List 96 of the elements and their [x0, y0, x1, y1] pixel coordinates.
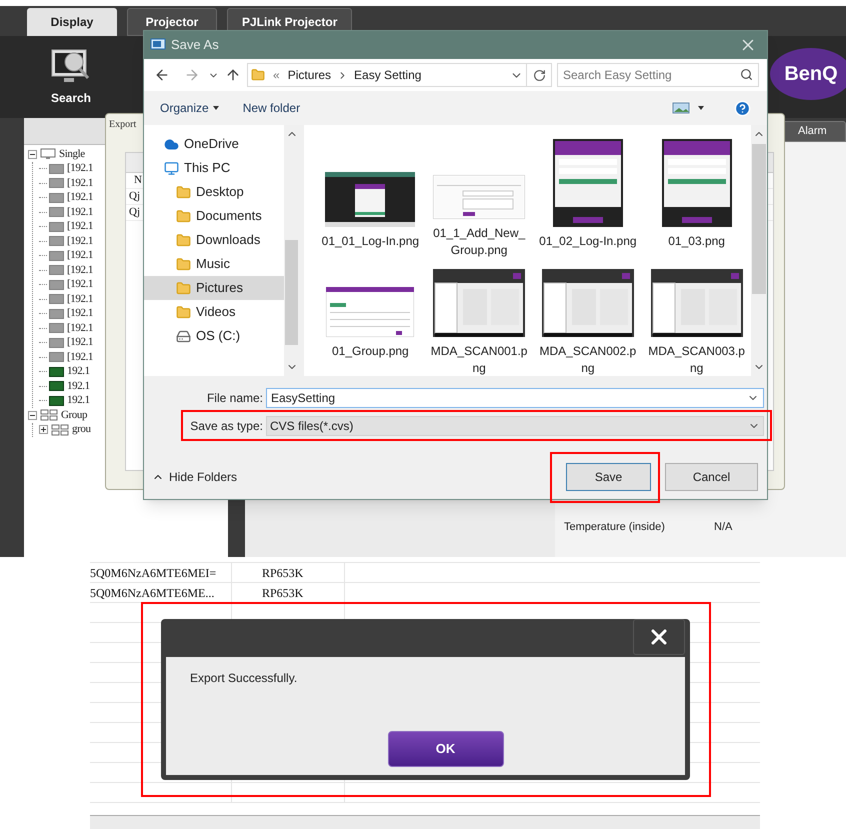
tree-item-label[interactable]: [192.1 — [67, 249, 94, 262]
folder-icon — [176, 256, 191, 272]
collapse-icon[interactable] — [28, 410, 37, 420]
nav-item[interactable]: Desktop — [144, 180, 284, 204]
file-name[interactable]: 01_01_Log-In.png — [320, 233, 420, 250]
address-bar[interactable]: « Pictures Easy Setting — [247, 63, 527, 87]
window-title: Save As — [171, 36, 219, 54]
caret-icon[interactable] — [212, 106, 219, 110]
ok-button[interactable]: OK — [388, 731, 504, 767]
field-label: Save as type: — [189, 418, 264, 435]
search-field[interactable]: Search Easy Setting — [557, 63, 759, 87]
folder-icon — [176, 280, 191, 296]
folder-icon — [176, 208, 191, 224]
help-icon[interactable] — [734, 100, 751, 116]
file-name[interactable]: 01_02_Log-In.png — [538, 233, 638, 250]
table-cell: 5Q0M6NzA6MTE6MEI= — [90, 563, 232, 582]
table-cell-text: Qj — [129, 205, 140, 220]
status-label: Temperature (inside) — [564, 520, 666, 534]
refresh-icon[interactable] — [532, 68, 546, 82]
group-icon — [40, 409, 58, 422]
nav-item[interactable]: Music — [144, 252, 284, 276]
nav-item[interactable]: This PC — [144, 156, 284, 180]
tree-item-label[interactable]: [192.1 — [67, 191, 94, 204]
computer-icon — [164, 160, 179, 176]
tree-item-label[interactable]: [192.1 — [67, 322, 94, 335]
save-button[interactable]: Save — [566, 463, 651, 491]
tree-item-label[interactable]: 192.1 — [67, 394, 90, 408]
table-cell-text: N — [134, 173, 142, 188]
search-icon[interactable] — [740, 68, 753, 81]
path-segment[interactable]: Pictures — [288, 66, 332, 84]
tree-item-label[interactable]: 192.1 — [67, 380, 90, 393]
field-label: File name: — [206, 390, 264, 407]
nav-item[interactable]: OS (C:) — [144, 324, 284, 348]
cloud-icon — [164, 136, 179, 152]
tree-item-label[interactable]: [192.1 — [67, 206, 94, 219]
search-label: Search — [50, 90, 92, 107]
file-name[interactable]: 01_1_Add_New_Group.png — [429, 225, 530, 259]
path-segment[interactable]: Easy Setting — [354, 66, 422, 84]
nav-item[interactable]: Videos — [144, 300, 284, 324]
tab[interactable]: Display — [27, 8, 117, 36]
nav-item[interactable]: Pictures — [144, 276, 284, 300]
tree-item-label[interactable]: [192.1 — [67, 264, 94, 277]
back-icon[interactable] — [154, 67, 170, 83]
file-name[interactable]: MDA_SCAN001.png — [429, 343, 530, 376]
hide-folders-button[interactable]: Hide Folders — [152, 468, 238, 486]
window-icon — [150, 38, 166, 52]
folder-icon — [176, 232, 191, 248]
table-cell-text: Qj — [129, 189, 140, 204]
expand-icon[interactable] — [39, 425, 48, 434]
folder-icon — [251, 68, 265, 82]
organize-menu[interactable]: Organize — [160, 99, 219, 117]
table-cell: RP653K — [232, 563, 345, 582]
overflow-mark[interactable]: « — [273, 66, 280, 84]
file-name[interactable]: 01_03.png — [646, 233, 747, 250]
collapse-icon[interactable] — [28, 150, 37, 159]
refresh-button[interactable] — [527, 63, 552, 87]
nav-item[interactable]: OneDrive — [144, 132, 284, 156]
file-name[interactable]: 01_Group.png — [320, 343, 420, 360]
group-icon — [51, 424, 69, 436]
tree-item-label[interactable]: [192.1 — [67, 336, 94, 350]
tree-item-label[interactable]: [192.1 — [67, 307, 94, 320]
up-icon[interactable] — [225, 67, 241, 83]
tree-item-label[interactable]: [192.1 — [67, 220, 94, 234]
monitor-icon — [40, 148, 56, 160]
message-text: Export Successfully. — [190, 670, 298, 687]
tree-item-label[interactable]: grou — [72, 423, 91, 436]
tree-item-label[interactable]: [192.1 — [67, 350, 94, 364]
tree-item-label[interactable]: [192.1 — [67, 234, 94, 248]
tree-item-label[interactable]: [192.1 — [67, 176, 94, 190]
logo: BenQ — [770, 48, 846, 100]
drive-icon — [176, 328, 191, 344]
new-folder-button[interactable]: New folder — [242, 99, 300, 117]
tree-item-label[interactable]: [192.1 — [67, 278, 94, 292]
tree-item-label[interactable]: 192.1 — [67, 365, 90, 378]
tree-item-label[interactable]: Group — [61, 408, 88, 422]
table-cell: 5Q0M6NzA6MTE6ME... — [90, 583, 232, 602]
tree-item-label[interactable]: [192.1 — [67, 292, 94, 306]
tree-item-label[interactable]: [192.1 — [67, 162, 94, 176]
file-type-dropdown[interactable]: CVS files(*.cvs) — [266, 416, 764, 436]
view-icon[interactable] — [672, 101, 690, 115]
scroll-thumb[interactable] — [285, 240, 298, 345]
folder-icon — [176, 304, 191, 320]
tree-item-label[interactable]: Single — [59, 148, 85, 161]
scroll-thumb[interactable] — [752, 144, 766, 294]
cancel-button[interactable]: Cancel — [665, 463, 758, 491]
file-name-field[interactable]: EasySetting — [266, 388, 764, 408]
table-cell: RP653K — [232, 583, 345, 602]
status-value: N/A — [714, 520, 732, 534]
close-button[interactable] — [633, 619, 685, 655]
file-name[interactable]: MDA_SCAN002.png — [538, 343, 638, 376]
nav-item[interactable]: Downloads — [144, 228, 284, 252]
window-title: Export — [109, 118, 136, 132]
file-name[interactable]: MDA_SCAN003.png — [646, 343, 747, 376]
nav-item[interactable]: Documents — [144, 204, 284, 228]
folder-icon — [176, 184, 191, 200]
caret-icon[interactable] — [698, 106, 704, 110]
